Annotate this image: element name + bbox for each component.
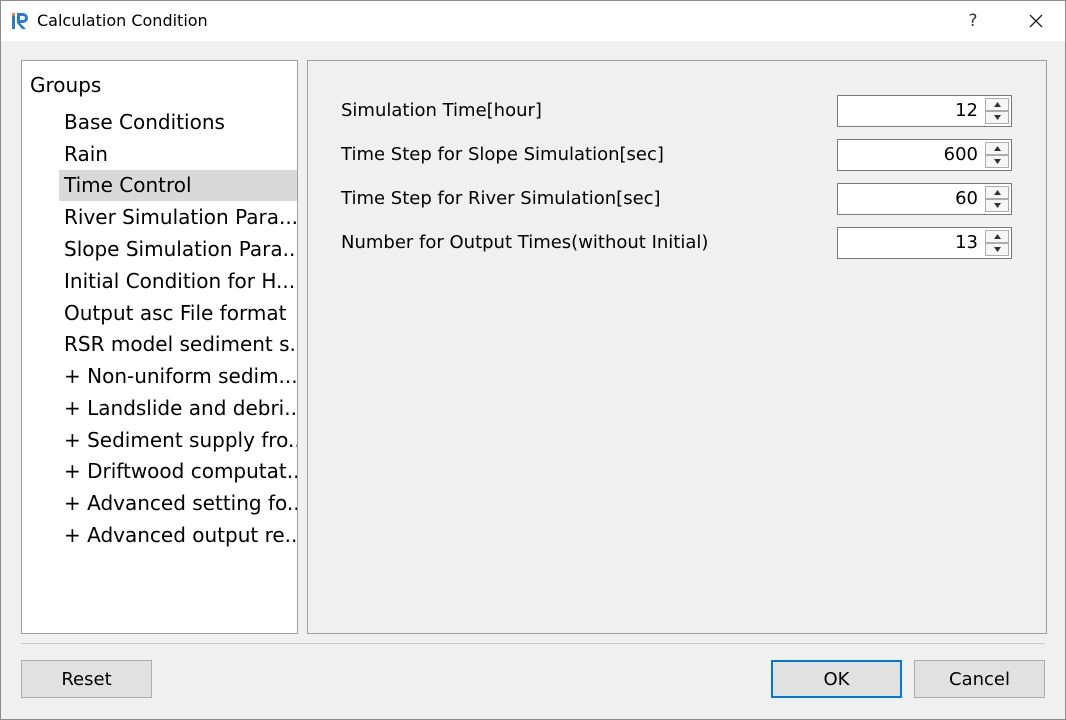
simulation-time-spinbox[interactable] xyxy=(837,95,1012,127)
group-item-non-uniform-sediment[interactable]: + Non-uniform sedim... xyxy=(59,361,297,392)
ok-button[interactable]: OK xyxy=(771,660,902,698)
chevron-up-icon xyxy=(994,146,1001,151)
river-time-step-input[interactable] xyxy=(838,184,978,214)
output-times-decrement[interactable] xyxy=(985,243,1009,256)
chevron-down-icon xyxy=(994,115,1001,120)
group-item-advanced-setting[interactable]: + Advanced setting fo... xyxy=(59,488,297,519)
footer-separator xyxy=(21,643,1045,644)
output-times-spinbox[interactable] xyxy=(837,227,1012,259)
river-time-step-increment[interactable] xyxy=(985,186,1009,199)
reset-button[interactable]: Reset xyxy=(21,660,152,698)
river-time-step-label: Time Step for River Simulation[sec] xyxy=(341,188,661,209)
slope-time-step-decrement[interactable] xyxy=(985,155,1009,168)
simulation-time-input[interactable] xyxy=(838,96,978,126)
group-item-time-control[interactable]: Time Control xyxy=(59,170,297,201)
output-times-label: Number for Output Times(without Initial) xyxy=(341,232,709,253)
slope-time-step-input[interactable] xyxy=(838,140,978,170)
chevron-up-icon xyxy=(994,234,1001,239)
group-item-output-asc[interactable]: Output asc File format xyxy=(59,298,297,329)
group-item-driftwood[interactable]: + Driftwood computat... xyxy=(59,456,297,487)
irc-logo-icon xyxy=(11,11,31,31)
chevron-up-icon xyxy=(994,190,1001,195)
slope-time-step-increment[interactable] xyxy=(985,142,1009,155)
simulation-time-label: Simulation Time[hour] xyxy=(341,100,542,121)
close-button[interactable] xyxy=(1013,1,1059,41)
group-item-base-conditions[interactable]: Base Conditions xyxy=(59,107,297,138)
group-item-river-simulation[interactable]: River Simulation Para... xyxy=(59,202,297,233)
groups-tree[interactable]: Groups Base Conditions Rain Time Control… xyxy=(21,60,298,634)
group-item-advanced-output[interactable]: + Advanced output re... xyxy=(59,520,297,551)
simulation-time-decrement[interactable] xyxy=(985,111,1009,124)
slope-time-step-label: Time Step for Slope Simulation[sec] xyxy=(341,144,664,165)
window-title: Calculation Condition xyxy=(37,11,208,30)
cancel-button[interactable]: Cancel xyxy=(914,660,1045,698)
settings-panel: Simulation Time[hour] Time Step for Slop… xyxy=(307,60,1047,634)
chevron-down-icon xyxy=(994,247,1001,252)
output-times-input[interactable] xyxy=(838,228,978,258)
help-button[interactable]: ? xyxy=(951,1,995,41)
chevron-down-icon xyxy=(994,203,1001,208)
group-item-sediment-supply[interactable]: + Sediment supply fro... xyxy=(59,425,297,456)
calculation-condition-dialog: Calculation Condition ? Groups Base Cond… xyxy=(0,0,1066,720)
chevron-down-icon xyxy=(994,159,1001,164)
group-item-slope-simulation[interactable]: Slope Simulation Para... xyxy=(59,234,297,265)
output-times-increment[interactable] xyxy=(985,230,1009,243)
title-bar: Calculation Condition ? xyxy=(1,1,1065,41)
river-time-step-decrement[interactable] xyxy=(985,199,1009,212)
river-time-step-spinbox[interactable] xyxy=(837,183,1012,215)
slope-time-step-spinbox[interactable] xyxy=(837,139,1012,171)
chevron-up-icon xyxy=(994,102,1001,107)
groups-header: Groups xyxy=(30,73,102,97)
group-item-rsr-model[interactable]: RSR model sediment s... xyxy=(59,329,297,360)
group-item-landslide[interactable]: + Landslide and debri... xyxy=(59,393,297,424)
close-icon xyxy=(1029,14,1043,28)
group-item-rain[interactable]: Rain xyxy=(59,139,297,170)
group-item-initial-condition[interactable]: Initial Condition for H... xyxy=(59,266,297,297)
simulation-time-increment[interactable] xyxy=(985,98,1009,111)
